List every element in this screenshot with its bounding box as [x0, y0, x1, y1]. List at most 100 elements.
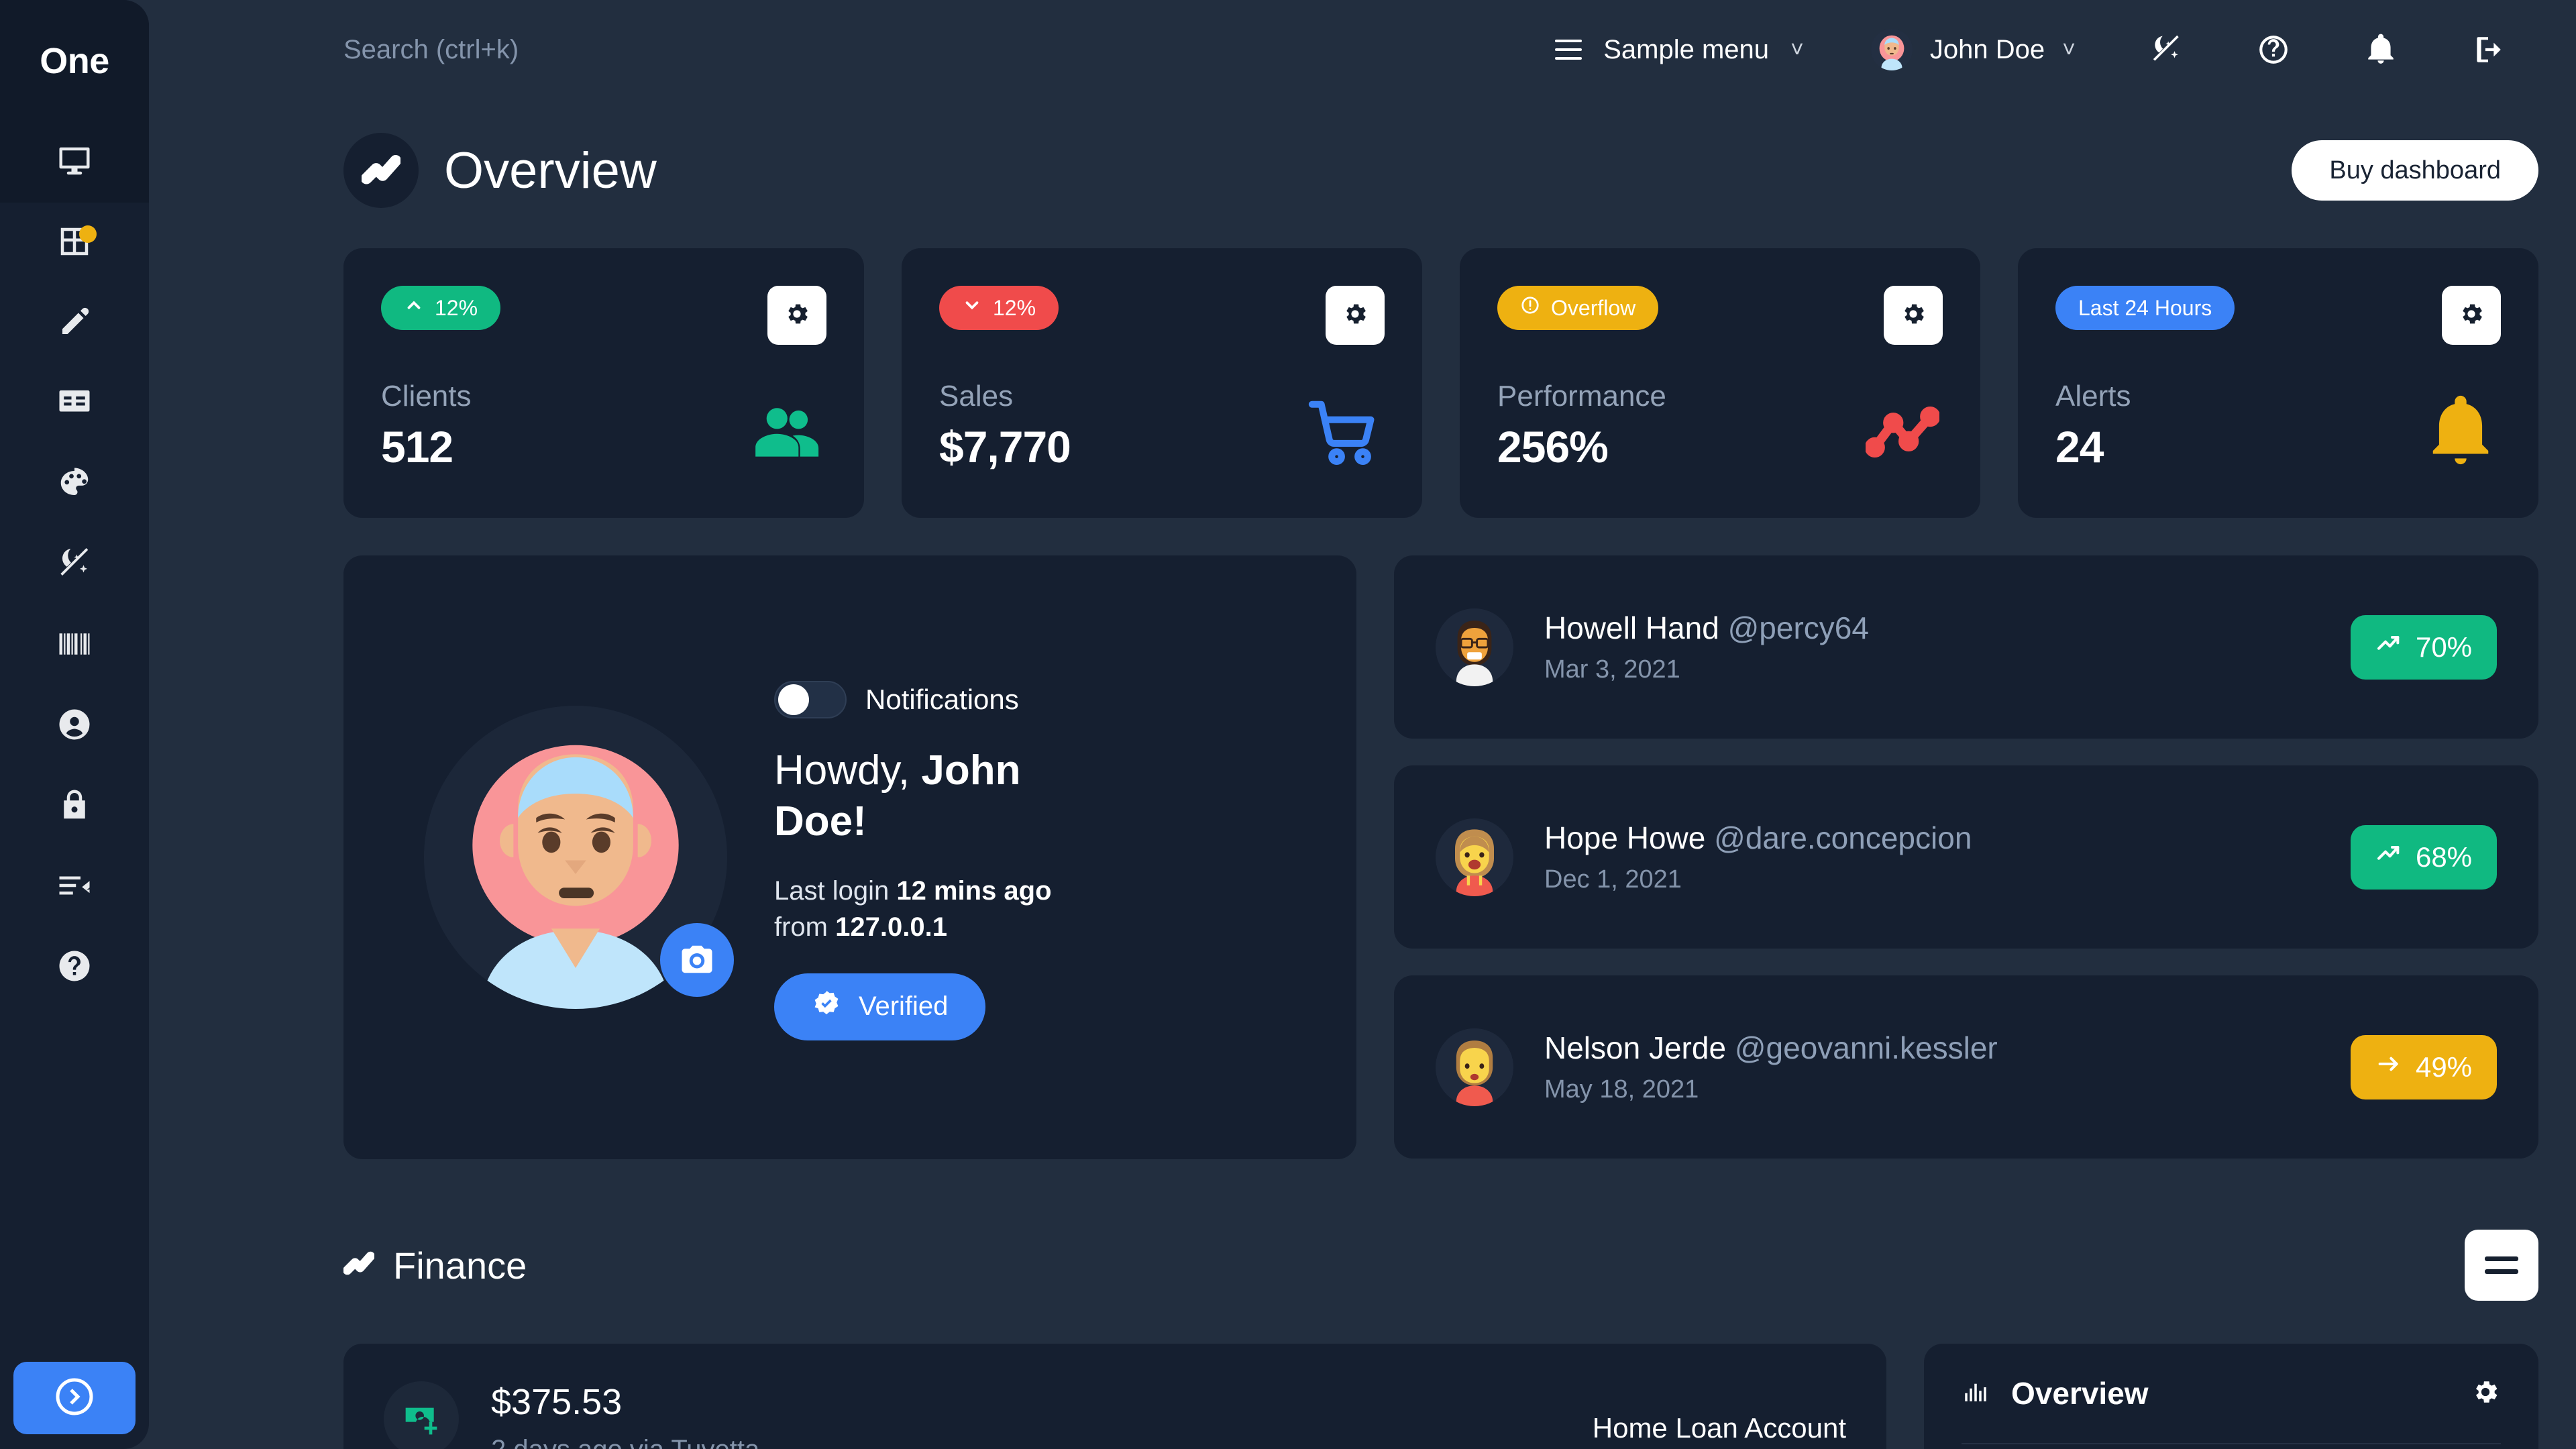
dashboard-app: One Search (ctrl+k) Sample menu ˅ John D… — [0, 0, 2576, 1449]
help-circle-icon[interactable] — [2257, 33, 2290, 66]
side-panel-header: Overview — [1962, 1344, 2501, 1444]
sample-menu-dropdown[interactable]: Sample menu ˅ — [1555, 35, 1804, 65]
chevron-right-circle-icon — [54, 1377, 95, 1420]
gear-icon — [2457, 300, 2485, 331]
kpi-label: Performance — [1497, 380, 1666, 413]
badge-text: Overflow — [1551, 295, 1636, 320]
magic-icon — [56, 545, 93, 585]
hamburger-icon — [1555, 40, 1582, 60]
contact-name: Howell Hand — [1544, 610, 1719, 645]
kpi-text-block: Alerts 24 — [2055, 380, 2131, 472]
contact-info: Nelson Jerde @geovanni.kessler May 18, 2… — [1544, 1030, 2320, 1104]
verified-button[interactable]: Verified — [774, 973, 986, 1040]
badge-text: 12% — [435, 295, 478, 320]
user-menu-dropdown[interactable]: John Doe ˅ — [1870, 29, 2076, 70]
list-item[interactable]: Hope Howe @dare.concepcion Dec 1, 2021 6… — [1394, 765, 2538, 949]
brand-logo[interactable]: One — [0, 0, 149, 122]
finance-list-button[interactable] — [2465, 1230, 2538, 1301]
greeting-suffix: ! — [853, 798, 867, 845]
avatar — [1436, 818, 1513, 896]
lock-icon — [56, 787, 93, 826]
last-login-prefix: Last login — [774, 875, 897, 906]
buy-dashboard-button[interactable]: Buy dashboard — [2292, 140, 2538, 201]
status-badge: 12% — [939, 286, 1059, 330]
change-photo-button[interactable] — [660, 923, 734, 997]
sidebar-item-effects[interactable] — [0, 525, 149, 605]
chevron-down-icon: ˅ — [2062, 37, 2076, 62]
sidebar-item-help[interactable] — [0, 927, 149, 1008]
sidebar-item-dashboard[interactable] — [0, 122, 149, 203]
verified-label: Verified — [859, 991, 949, 1022]
status-badge: 70% — [2351, 614, 2497, 680]
kpi-card-bottom: Sales $7,770 — [939, 380, 1385, 472]
middle-row: Notifications Howdy, John Doe! Last logi… — [343, 555, 2538, 1159]
finance-row: $375.53 2 days ago via Tuvetta Home Loan… — [343, 1344, 2538, 1449]
bell-icon[interactable] — [2364, 33, 2398, 66]
card-icon — [56, 384, 93, 424]
status-badge: 49% — [2351, 1034, 2497, 1099]
gear-icon — [783, 300, 811, 331]
contact-name: Nelson Jerde — [1544, 1030, 1727, 1065]
kpi-value: 512 — [381, 422, 453, 472]
contact-name-row: Hope Howe @dare.concepcion — [1544, 820, 2320, 856]
notifications-toggle-row: Notifications — [774, 681, 1330, 719]
monitor-icon — [56, 143, 93, 182]
theme-toggle-icon[interactable] — [2149, 33, 2183, 66]
kpi-card-bottom: Performance 256% — [1497, 380, 1943, 472]
avatar — [1870, 29, 1913, 70]
sample-menu-label: Sample menu — [1603, 34, 1770, 64]
sidebar-item-profile[interactable] — [0, 686, 149, 766]
status-badge: Last 24 Hours — [2055, 286, 2235, 330]
trending-up-icon — [2375, 841, 2402, 874]
list-item[interactable]: Howell Hand @percy64 Mar 3, 2021 70% — [1394, 555, 2538, 739]
sidebar-item-barcode[interactable] — [0, 605, 149, 686]
kpi-settings-button[interactable] — [2442, 286, 2501, 345]
trending-up-icon — [2375, 631, 2402, 664]
kpi-card-clients: 12% Clients 512 — [343, 248, 864, 518]
badge-text: 12% — [993, 295, 1036, 320]
sidebar-item-filters[interactable] — [0, 847, 149, 927]
profile-card: Notifications Howdy, John Doe! Last logi… — [343, 555, 1356, 1159]
overview-side-panel: Overview — [1924, 1344, 2538, 1449]
edit-icon — [56, 304, 93, 343]
kpi-card-alerts: Last 24 Hours Alerts 24 — [2018, 248, 2538, 518]
camera-icon — [679, 941, 715, 979]
kpi-label: Clients — [381, 380, 472, 413]
last-login-ip: 127.0.0.1 — [835, 912, 947, 942]
trending-up-icon — [343, 133, 419, 208]
sidebar-item-layouts[interactable] — [0, 203, 149, 283]
greeting-prefix: Howdy, — [774, 747, 922, 794]
kpi-settings-button[interactable] — [767, 286, 826, 345]
pill-value: 70% — [2415, 631, 2473, 663]
notification-dot — [79, 225, 97, 243]
trending-up-icon — [343, 1248, 375, 1283]
finance-title: Finance — [393, 1244, 527, 1287]
greeting-text: Howdy, John Doe! — [774, 745, 1096, 847]
notifications-toggle[interactable] — [774, 681, 847, 719]
kpi-card-top: 12% — [939, 286, 1385, 345]
sidebar-item-forms[interactable] — [0, 283, 149, 364]
sidebar-nav — [0, 122, 149, 1008]
page-header: Overview Buy dashboard — [343, 133, 2538, 208]
search-input[interactable] — [343, 34, 692, 65]
user-icon — [56, 706, 93, 746]
kpi-settings-button[interactable] — [1326, 286, 1385, 345]
last-login-text: Last login 12 mins ago from 127.0.0.1 — [774, 873, 1110, 945]
user-name-label: John Doe — [1929, 34, 2045, 64]
gear-icon[interactable] — [2470, 1377, 2501, 1411]
kpi-settings-button[interactable] — [1884, 286, 1943, 345]
list-item[interactable]: Nelson Jerde @geovanni.kessler May 18, 2… — [1394, 975, 2538, 1159]
transaction-info: $375.53 2 days ago via Tuvetta — [491, 1381, 1483, 1449]
chevron-down-icon: ˅ — [1790, 37, 1804, 62]
kpi-text-block: Sales $7,770 — [939, 380, 1071, 472]
logout-icon[interactable] — [2471, 33, 2505, 66]
sidebar-collapse-button[interactable] — [13, 1362, 136, 1434]
sidebar-item-cards[interactable] — [0, 364, 149, 444]
kpi-label: Sales — [939, 380, 1014, 413]
contact-handle: @dare.concepcion — [1714, 820, 1972, 855]
sidebar-item-security[interactable] — [0, 766, 149, 847]
contact-date: May 18, 2021 — [1544, 1075, 1699, 1104]
sidebar-item-theme[interactable] — [0, 444, 149, 525]
kpi-card-bottom: Clients 512 — [381, 380, 826, 472]
topbar: Sample menu ˅ John Doe — [149, 0, 2576, 99]
